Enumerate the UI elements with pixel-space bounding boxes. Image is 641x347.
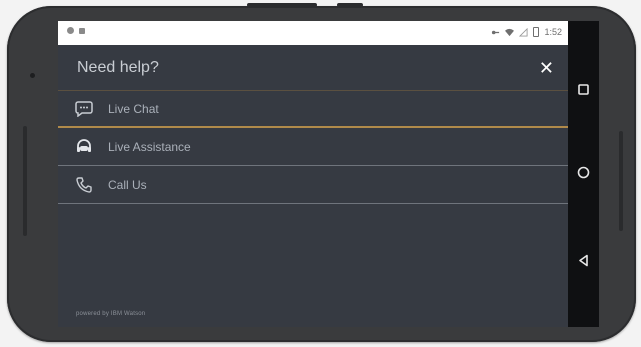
status-bar: 1:52 [58, 21, 568, 45]
signal-icon [519, 27, 529, 37]
speaker-grille-right [619, 131, 623, 231]
status-left-icons [67, 27, 85, 34]
powered-by-footer: powered by IBM Watson [76, 311, 146, 317]
volume-button [247, 3, 317, 7]
help-menu: Live Chat Live Assistance Call Us [58, 90, 568, 204]
headset-icon [74, 137, 94, 157]
menu-item-call-us[interactable]: Call Us [58, 166, 568, 204]
battery-icon [533, 27, 540, 37]
wifi-icon [505, 28, 515, 36]
home-icon[interactable] [576, 165, 591, 180]
notification-icon [67, 27, 74, 34]
android-nav-bar [568, 21, 599, 327]
back-icon[interactable] [576, 253, 591, 268]
menu-item-label: Live Chat [108, 101, 159, 116]
status-right-icons: 1:52 [491, 27, 562, 37]
front-camera [30, 73, 35, 78]
app-status-icon [79, 27, 85, 34]
speaker-grille-left [23, 126, 27, 236]
close-icon[interactable]: ✕ [539, 59, 554, 77]
chat-bubble-icon [74, 99, 94, 119]
page-title: Need help? [77, 58, 159, 76]
phone-icon [74, 175, 94, 195]
menu-item-live-assistance[interactable]: Live Assistance [58, 128, 568, 166]
menu-item-live-chat[interactable]: Live Chat [58, 90, 568, 128]
menu-item-label: Call Us [108, 177, 147, 192]
help-header: Need help? ✕ [58, 45, 568, 90]
recent-apps-icon[interactable] [576, 82, 591, 97]
power-button [337, 3, 363, 7]
key-icon [492, 30, 500, 34]
status-time: 1:52 [544, 27, 562, 37]
menu-item-label: Live Assistance [108, 139, 191, 154]
app-screen: 1:52 Need help? ✕ Live Chat Live Assista… [58, 21, 568, 327]
